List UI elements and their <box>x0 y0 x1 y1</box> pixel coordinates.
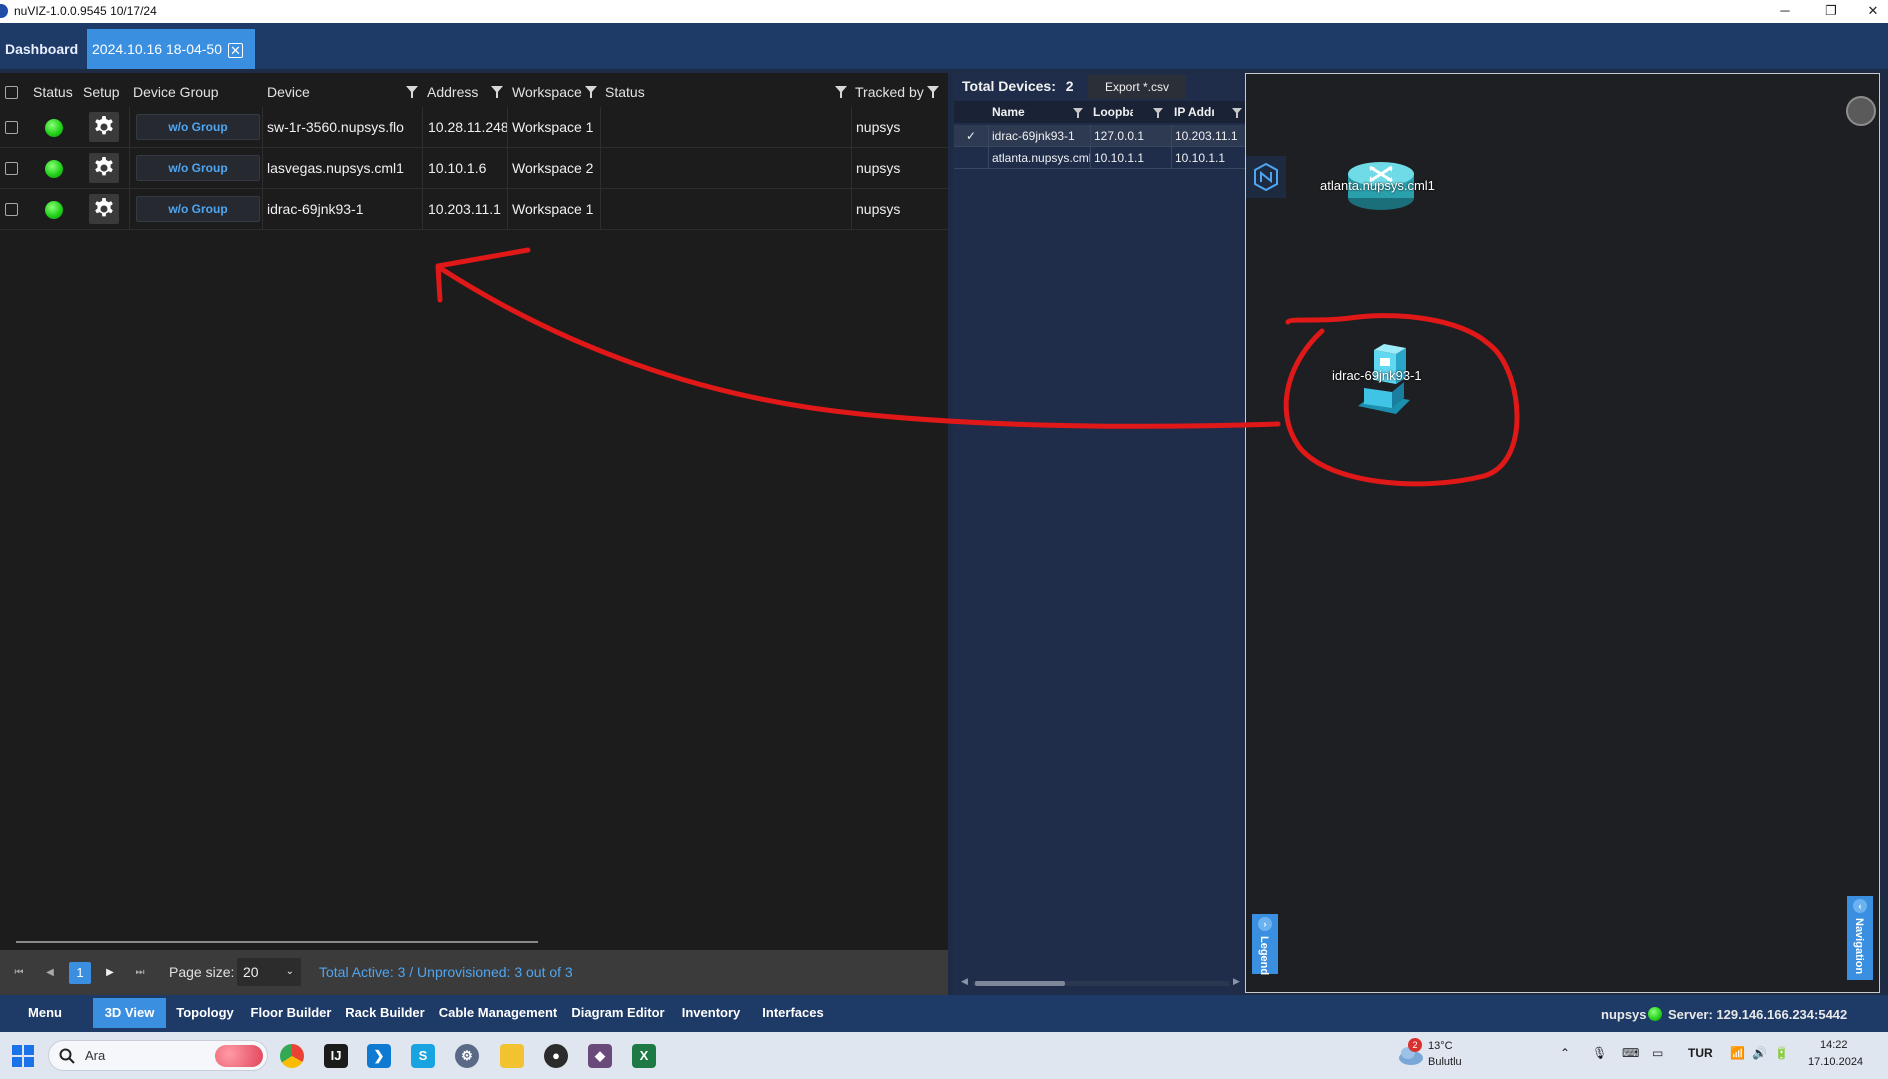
volume-icon[interactable]: 🔊 <box>1752 1046 1767 1060</box>
clock-date[interactable]: 17.10.2024 <box>1808 1056 1863 1068</box>
windows-taskbar: Ara IJ ❯ S ⚙ ● ◆ X 2 13°C Bulutlu ⌃ 🎙 ⌨ … <box>0 1032 1888 1079</box>
taskbar-search[interactable]: Ara <box>48 1040 268 1071</box>
obs-icon[interactable]: ● <box>544 1044 568 1068</box>
search-highlight-icon <box>215 1045 263 1067</box>
file-explorer-icon[interactable] <box>500 1044 524 1068</box>
wifi-icon[interactable]: 📶 <box>1730 1046 1745 1060</box>
chrome-icon[interactable] <box>280 1044 304 1068</box>
chevron-up-icon[interactable]: ⌃ <box>1560 1046 1570 1060</box>
nav-interfaces[interactable]: Interfaces <box>755 998 831 1028</box>
battery-icon[interactable]: 🔋 <box>1774 1046 1789 1060</box>
weather-badge: 2 <box>1408 1038 1422 1052</box>
search-placeholder: Ara <box>85 1048 106 1063</box>
language-indicator[interactable]: TUR <box>1688 1046 1713 1060</box>
skype-icon[interactable]: S <box>411 1044 435 1068</box>
current-user: nupsys <box>1601 1007 1647 1022</box>
nav-inventory[interactable]: Inventory <box>676 998 746 1028</box>
annotation-overlay <box>435 247 1520 487</box>
excel-icon[interactable]: X <box>632 1044 656 1068</box>
vscode-icon[interactable]: ❯ <box>367 1044 391 1068</box>
nav-3d-view[interactable]: 3D View <box>93 998 166 1028</box>
nav-diagram-editor[interactable]: Diagram Editor <box>569 998 667 1028</box>
search-icon <box>59 1048 75 1064</box>
clock-time[interactable]: 14:22 <box>1820 1039 1848 1051</box>
nav-rack-builder[interactable]: Rack Builder <box>343 998 427 1028</box>
weather-text: Bulutlu <box>1428 1056 1462 1068</box>
nav-topology[interactable]: Topology <box>170 998 240 1028</box>
intellij-icon[interactable]: IJ <box>324 1044 348 1068</box>
windows-start-icon[interactable] <box>12 1045 34 1067</box>
screen-tool-icon[interactable]: ◆ <box>588 1044 612 1068</box>
nav-cable-management[interactable]: Cable Management <box>436 998 560 1028</box>
menu-button[interactable]: Menu <box>8 998 82 1028</box>
nav-floor-builder[interactable]: Floor Builder <box>248 998 334 1028</box>
connection-status-icon <box>1648 1007 1662 1021</box>
microphone-icon[interactable]: 🎙 <box>1592 1046 1607 1060</box>
bottom-navigation: Menu 3D View Topology Floor Builder Rack… <box>0 995 1888 1032</box>
tablet-icon[interactable]: ▭ <box>1652 1046 1663 1060</box>
keyboard-icon[interactable]: ⌨ <box>1622 1046 1639 1060</box>
server-address: Server: 129.146.166.234:5442 <box>1668 1007 1848 1022</box>
settings-app-icon[interactable]: ⚙ <box>455 1044 479 1068</box>
weather-temp: 13°C <box>1428 1040 1453 1052</box>
